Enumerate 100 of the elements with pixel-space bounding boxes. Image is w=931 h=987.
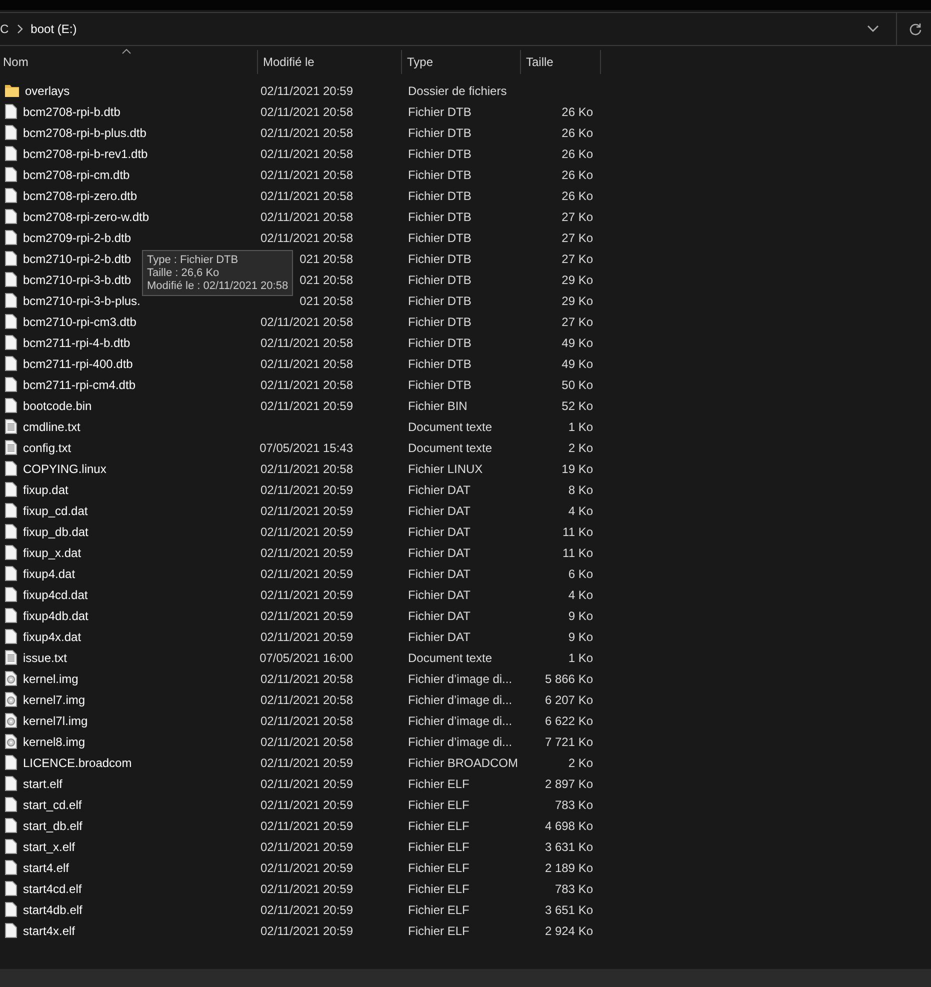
column-header[interactable]: Nom: [0, 50, 258, 74]
file-name[interactable]: start4.elf: [23, 860, 70, 874]
file-size: 6 622 Ko: [544, 714, 593, 728]
address-bar[interactable]: C boot (E:): [0, 12, 931, 46]
file-name[interactable]: fixup4db.dat: [23, 608, 88, 622]
file-name[interactable]: bcm2711-rpi-400.dtb: [23, 356, 133, 370]
text-file-icon: [5, 419, 17, 434]
column-header[interactable]: Modifié le: [258, 50, 402, 74]
file-size: 19 Ko: [562, 462, 593, 476]
file-type: Fichier ELF: [408, 860, 470, 874]
file-name[interactable]: kernel8.img: [23, 734, 86, 748]
file-name[interactable]: start.elf: [23, 776, 62, 790]
modified-date: 02/11/2021 20:58: [260, 314, 353, 328]
file-name[interactable]: bcm2711-rpi-4-b.dtb: [23, 336, 130, 350]
column-header[interactable]: Type: [402, 50, 521, 74]
breadcrumb[interactable]: boot (E:): [30, 22, 77, 36]
file-name[interactable]: COPYING.linux: [23, 462, 106, 476]
file-name[interactable]: overlays: [25, 84, 70, 98]
file-icon: [5, 209, 17, 224]
file-icon: [5, 923, 17, 938]
file-type: Fichier BROADCOM: [408, 756, 518, 770]
file-type: Fichier ELF: [408, 798, 470, 812]
file-size: 27 Ko: [562, 314, 593, 328]
file-name[interactable]: bcm2708-rpi-zero-w.dtb: [23, 210, 150, 224]
file-name[interactable]: fixup_db.dat: [23, 524, 88, 538]
modified-date: 021 20:58: [300, 294, 353, 308]
modified-date: 02/11/2021 20:58: [260, 104, 353, 118]
file-name[interactable]: bcm2711-rpi-cm4.dtb: [23, 378, 136, 392]
file-size: 50 Ko: [562, 378, 593, 392]
file-type: Dossier de fichiers: [408, 84, 507, 98]
file-type: Document texte: [408, 440, 492, 454]
file-name[interactable]: kernel7l.img: [23, 714, 88, 728]
file-name[interactable]: bcm2710-rpi-3-b-plus.: [23, 294, 140, 308]
modified-date: 02/11/2021 20:59: [260, 882, 353, 896]
modified-date: 02/11/2021 20:59: [260, 588, 353, 602]
file-name[interactable]: issue.txt: [23, 650, 68, 664]
file-size: 26 Ko: [562, 188, 593, 202]
file-size: 6 Ko: [568, 566, 593, 580]
file-name[interactable]: fixup4cd.dat: [23, 588, 88, 602]
file-icon: [5, 314, 17, 329]
modified-date: 02/11/2021 20:58: [260, 692, 353, 706]
file-size: 52 Ko: [562, 398, 593, 412]
tooltip-line: Modifié le : 02/11/2021 20:58: [147, 280, 288, 292]
file-name[interactable]: bcm2710-rpi-cm3.dtb: [23, 314, 136, 328]
file-size: 27 Ko: [562, 252, 593, 266]
file-type: Fichier d’image di...: [408, 692, 512, 706]
file-type: Fichier DTB: [408, 272, 472, 286]
file-name[interactable]: LICENCE.broadcom: [23, 756, 132, 770]
file-size: 2 897 Ko: [544, 776, 593, 790]
file-name[interactable]: fixup_cd.dat: [23, 504, 88, 518]
modified-date: 02/11/2021 20:59: [260, 756, 353, 770]
file-name[interactable]: bcm2710-rpi-3-b.dtb: [23, 272, 132, 286]
file-name[interactable]: bcm2708-rpi-b-plus.dtb: [23, 126, 146, 140]
file-type: Fichier d’image di...: [408, 734, 512, 748]
file-icon: [5, 860, 17, 875]
modified-date: 02/11/2021 20:58: [260, 462, 353, 476]
modified-date: 02/11/2021 20:59: [260, 840, 353, 854]
file-name[interactable]: bcm2708-rpi-b-rev1.dtb: [23, 146, 148, 160]
file-name[interactable]: bcm2710-rpi-2-b.dtb: [23, 252, 132, 266]
file-type: Fichier DTB: [408, 356, 472, 370]
file-type: Fichier DTB: [408, 294, 472, 308]
file-name[interactable]: start_db.elf: [23, 818, 82, 832]
file-icon: [5, 776, 17, 791]
modified-date: 02/11/2021 20:58: [260, 714, 353, 728]
file-name[interactable]: start4db.elf: [23, 902, 82, 916]
file-size: 6 207 Ko: [544, 692, 593, 706]
file-name[interactable]: start4cd.elf: [23, 882, 82, 896]
file-icon: [5, 629, 17, 644]
file-icon: [5, 293, 17, 308]
file-name[interactable]: start_cd.elf: [23, 798, 82, 812]
file-name[interactable]: fixup_x.dat: [23, 546, 82, 560]
file-name[interactable]: bcm2708-rpi-b.dtb: [23, 104, 120, 118]
column-header[interactable]: Taille: [521, 50, 601, 74]
refresh-icon[interactable]: [909, 22, 922, 36]
file-type: Fichier ELF: [408, 776, 470, 790]
file-type: Fichier DTB: [408, 252, 472, 266]
disk-image-icon: [5, 692, 17, 707]
file-name[interactable]: config.txt: [23, 440, 72, 454]
file-size: 2 Ko: [568, 440, 593, 454]
file-name[interactable]: kernel7.img: [23, 692, 86, 706]
file-name[interactable]: bcm2708-rpi-zero.dtb: [23, 188, 138, 202]
file-name[interactable]: kernel.img: [23, 672, 78, 686]
file-name[interactable]: fixup.dat: [23, 482, 68, 496]
file-name[interactable]: fixup4.dat: [23, 566, 76, 580]
file-size: 27 Ko: [562, 230, 593, 244]
file-name[interactable]: bcm2708-rpi-cm.dtb: [23, 168, 130, 182]
modified-date: 021 20:58: [300, 252, 353, 266]
file-name[interactable]: start4x.elf: [23, 924, 76, 938]
dropdown-icon[interactable]: [867, 25, 879, 33]
file-icon: [5, 377, 17, 392]
file-name[interactable]: bootcode.bin: [23, 398, 92, 412]
disk-image-icon: [5, 734, 17, 749]
breadcrumb[interactable]: C: [0, 22, 9, 36]
file-name[interactable]: cmdline.txt: [23, 420, 80, 434]
modified-date: 02/11/2021 20:58: [260, 230, 353, 244]
file-name[interactable]: fixup4x.dat: [23, 630, 82, 644]
file-icon: [5, 272, 17, 287]
file-name[interactable]: bcm2709-rpi-2-b.dtb: [23, 230, 132, 244]
file-name[interactable]: start_x.elf: [23, 840, 76, 854]
file-type: Fichier DAT: [408, 566, 470, 580]
